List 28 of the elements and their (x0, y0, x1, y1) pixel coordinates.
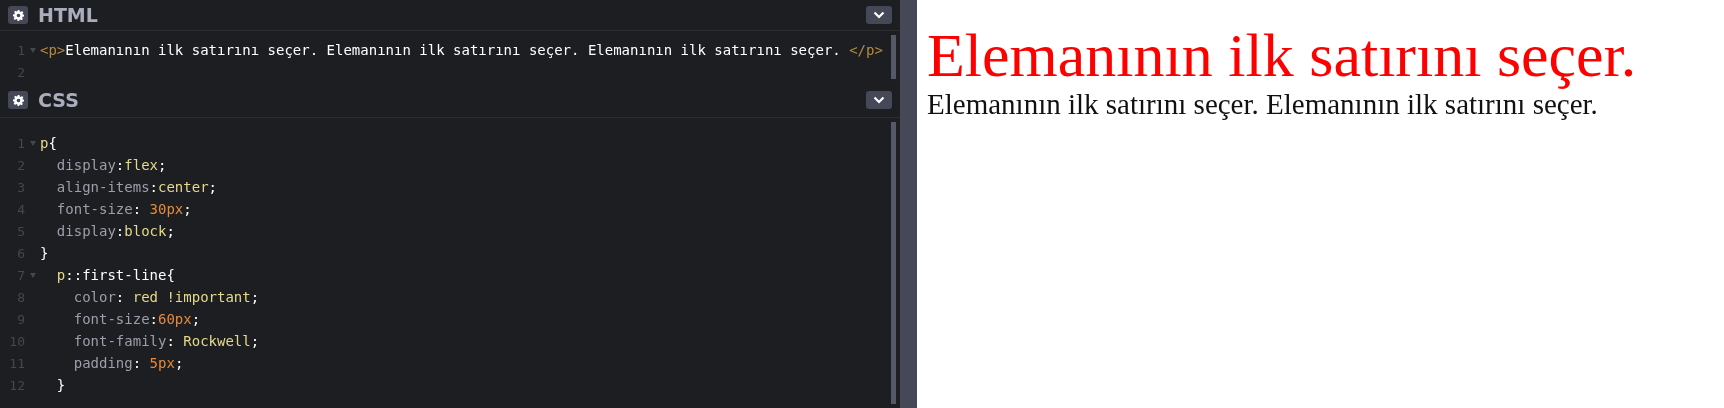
paragraph-text: Elemanının ilk satırını seçer. Elemanının ilk satırını seçer. (927, 88, 1598, 120)
code-line: display:block; (55, 223, 175, 239)
collapse-button[interactable] (866, 91, 892, 109)
chevron-down-icon (873, 11, 885, 19)
collapse-button[interactable] (866, 6, 892, 24)
fold-arrow-icon[interactable] (29, 272, 36, 278)
code-line: <p>Elemanının ilk satırını seçer. Elemanının ilk satırını seçer. Elemanının ilk satırını seçer. </p> (40, 42, 883, 58)
resize-gutter[interactable] (900, 0, 917, 408)
code-line: p{ (40, 135, 57, 151)
code-line: display:flex; (55, 157, 167, 173)
panel-title: CSS (38, 89, 79, 111)
scrollbar[interactable] (891, 35, 896, 79)
code-line: p::first-line{ (55, 267, 175, 283)
code-line: align-items:center; (55, 179, 218, 195)
panel-title: HTML (38, 4, 98, 26)
code-line: font-size:60px; (72, 311, 201, 327)
fold-arrow-icon[interactable] (29, 140, 36, 146)
code-line: font-size: 30px; (55, 201, 192, 217)
settings-icon[interactable] (8, 6, 28, 24)
code-line: } (55, 377, 66, 393)
chevron-down-icon (873, 96, 885, 104)
code-line: color: red !important; (72, 289, 260, 305)
code-line: } (40, 245, 49, 261)
fold-arrow-icon[interactable] (29, 47, 36, 53)
code-line: font-family: Rockwell; (72, 333, 260, 349)
code-line: padding: 5px; (72, 355, 184, 371)
settings-icon[interactable] (8, 91, 28, 109)
first-line-text: Elemanının ilk satırını seçer. (927, 22, 1638, 88)
